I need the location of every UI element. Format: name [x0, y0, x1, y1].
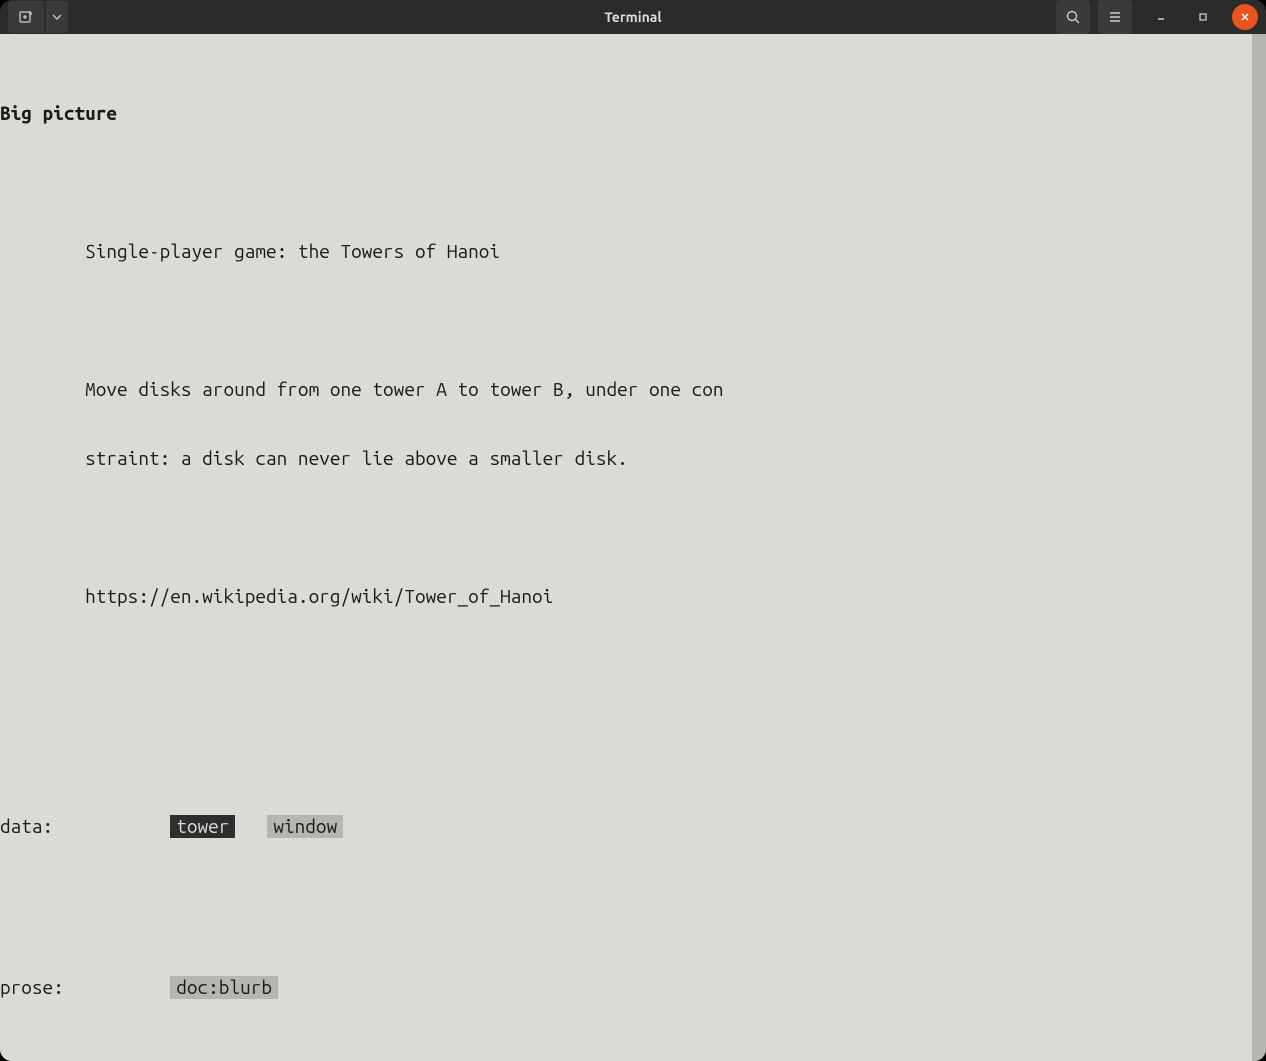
- heading: Big picture: [0, 102, 117, 125]
- desc-line-3: straint: a disk can never lie above a sm…: [85, 447, 628, 470]
- new-tab-icon: [18, 9, 34, 25]
- chip-doc-blurb[interactable]: doc:blurb: [170, 976, 278, 999]
- scrollbar-thumb[interactable]: [1252, 34, 1266, 1061]
- close-icon: [1240, 12, 1250, 22]
- hamburger-icon: [1107, 9, 1123, 25]
- maximize-icon: [1198, 12, 1208, 22]
- close-button[interactable]: [1232, 4, 1258, 30]
- prose-label: prose:: [0, 976, 64, 999]
- desc-line-1: Single-player game: the Towers of Hanoi: [85, 240, 500, 263]
- minimize-button[interactable]: [1148, 4, 1174, 30]
- desc-line-2: Move disks around from one tower A to to…: [85, 378, 723, 401]
- scrollbar[interactable]: [1252, 34, 1266, 1061]
- terminal-window: Terminal: [0, 0, 1266, 1061]
- chevron-down-icon: [52, 14, 62, 20]
- dropdown-button[interactable]: [46, 1, 68, 33]
- maximize-button[interactable]: [1190, 4, 1216, 30]
- titlebar-right: [1056, 0, 1258, 34]
- titlebar: Terminal: [0, 0, 1266, 34]
- minimize-icon: [1156, 12, 1166, 22]
- data-label: data:: [0, 815, 53, 838]
- content-wrap: Big picture Single-player game: the Towe…: [0, 34, 1266, 1061]
- chip-tower[interactable]: tower: [170, 815, 235, 838]
- titlebar-left: [8, 1, 68, 33]
- terminal-body: Big picture Single-player game: the Towe…: [0, 34, 1252, 1061]
- search-button[interactable]: [1056, 0, 1090, 34]
- search-icon: [1065, 9, 1081, 25]
- new-tab-button[interactable]: [8, 1, 44, 33]
- menu-button[interactable]: [1098, 0, 1132, 34]
- chip-window[interactable]: window: [267, 815, 343, 838]
- desc-line-4: https://en.wikipedia.org/wiki/Tower_of_H…: [85, 585, 553, 608]
- terminal-content[interactable]: Big picture Single-player game: the Towe…: [0, 34, 1252, 1061]
